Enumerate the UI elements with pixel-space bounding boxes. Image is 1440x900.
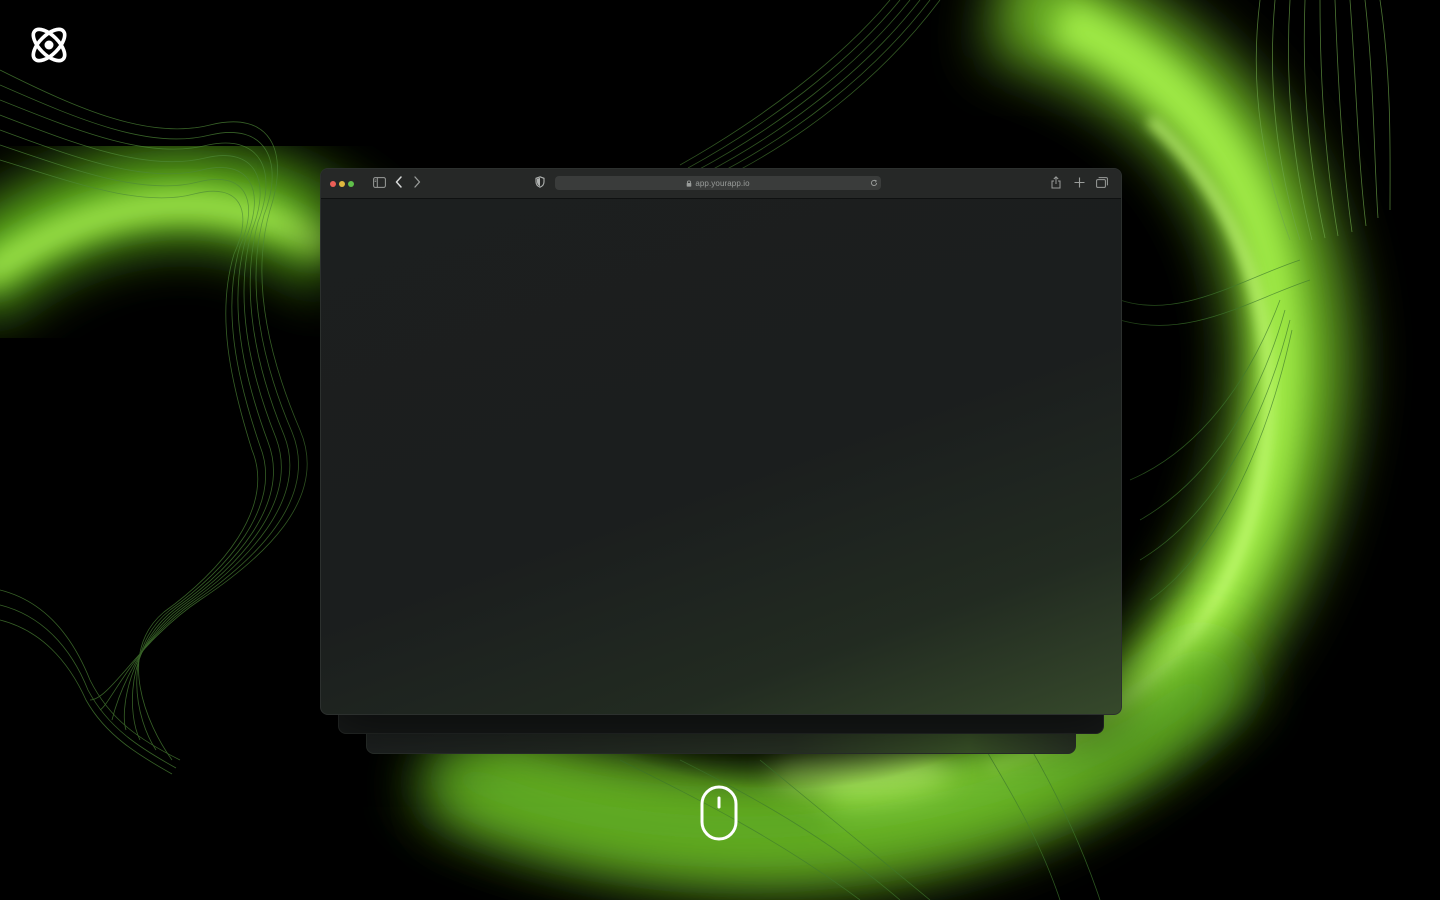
lock-icon xyxy=(686,180,692,187)
mouse-icon[interactable] xyxy=(700,785,738,841)
share-icon[interactable] xyxy=(1049,175,1063,189)
zoom-window-button[interactable] xyxy=(348,181,354,187)
tabs-overview-icon[interactable] xyxy=(1095,175,1109,189)
sidebar-icon[interactable] xyxy=(372,175,386,189)
chevron-left-icon[interactable] xyxy=(392,175,406,189)
address-bar[interactable]: app.yourapp.io xyxy=(555,176,881,190)
landing-hero: app.yourapp.io xyxy=(0,0,1440,900)
atom-logo-icon[interactable] xyxy=(26,22,72,68)
minimize-window-button[interactable] xyxy=(339,181,345,187)
browser-toolbar: app.yourapp.io xyxy=(321,169,1121,199)
close-window-button[interactable] xyxy=(330,181,336,187)
shield-icon[interactable] xyxy=(533,175,547,189)
browser-window: app.yourapp.io xyxy=(320,168,1122,715)
reload-icon[interactable] xyxy=(870,179,878,187)
browser-content-area[interactable] xyxy=(321,199,1121,714)
url-text: app.yourapp.io xyxy=(695,178,750,188)
chevron-right-icon[interactable] xyxy=(410,175,424,189)
plus-icon[interactable] xyxy=(1072,175,1086,189)
